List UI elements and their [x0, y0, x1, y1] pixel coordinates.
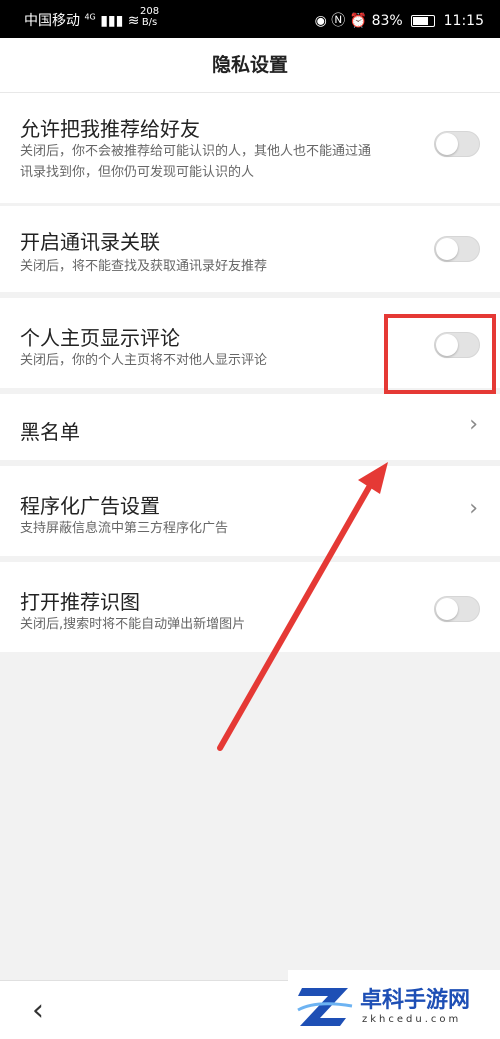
watermark-url: zkhcedu.com [362, 1014, 462, 1025]
chevron-left-icon[interactable]: ‹ [32, 993, 44, 1028]
watermark-name: 卓科手游网 [360, 988, 471, 1013]
annotation-arrow [217, 462, 388, 751]
watermark-logo [297, 988, 353, 1026]
watermark: 卓科手游网 zkhcedu.com [288, 970, 500, 1038]
